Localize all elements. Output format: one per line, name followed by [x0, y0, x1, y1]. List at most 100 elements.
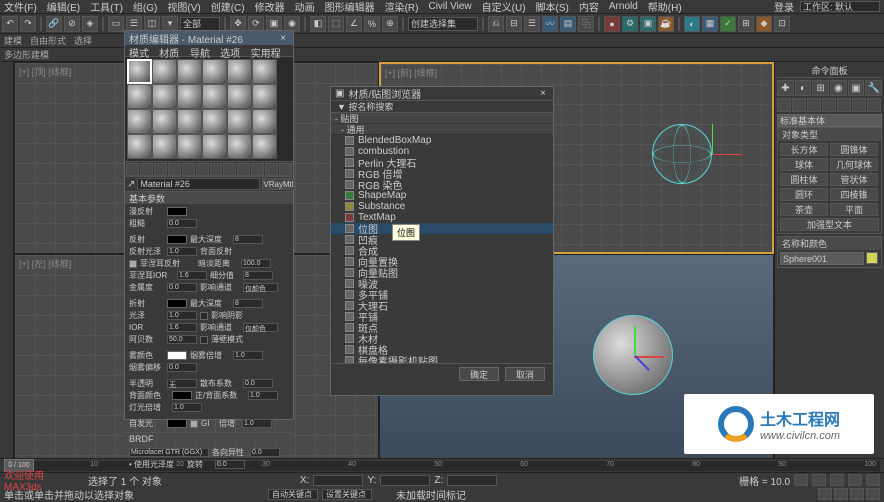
rollout-object-type[interactable]: 对象类型 — [778, 128, 881, 141]
mat-slot-20[interactable] — [152, 134, 177, 159]
map-rgbtint[interactable]: RGB 染色 — [331, 179, 553, 190]
tab-create[interactable]: ✚ — [777, 80, 794, 96]
workspace-field[interactable] — [800, 1, 880, 12]
menu-view[interactable]: 视图(V) — [167, 0, 200, 14]
spinner-snap-button[interactable]: ⊕ — [382, 16, 398, 32]
cat-space[interactable] — [852, 98, 866, 112]
tool-c[interactable]: ✓ — [720, 16, 736, 32]
mat-slot-2[interactable] — [152, 59, 177, 84]
mat-menu-nav[interactable]: 导航(N) — [190, 45, 214, 56]
mat-slot-24[interactable] — [252, 134, 277, 159]
rotation-spinner[interactable]: 0.0 — [215, 460, 245, 469]
mat-slot-9[interactable] — [177, 84, 202, 109]
cat-helpers[interactable] — [837, 98, 851, 112]
browser-ok-button[interactable]: 确定 — [459, 367, 499, 381]
z-field[interactable] — [447, 475, 497, 486]
browser-search[interactable]: ▼ 按名称搜索 — [331, 101, 553, 113]
tool-d[interactable]: ⊞ — [738, 16, 754, 32]
mat-pick-button[interactable] — [279, 163, 292, 176]
mat-slot-16[interactable] — [202, 109, 227, 134]
nav-max-button[interactable] — [866, 488, 880, 500]
btn-cone[interactable]: 圆锥体 — [830, 143, 878, 156]
nav-zoom-button[interactable] — [834, 488, 848, 500]
rough-spinner[interactable]: 0.0 — [167, 219, 197, 228]
mat-put-button[interactable] — [140, 163, 153, 176]
ribbon-select[interactable]: 选择 — [74, 34, 92, 47]
map-shapemap[interactable]: ShapeMap — [331, 190, 553, 201]
menu-render[interactable]: 渲染(R) — [385, 0, 419, 14]
goto-end-button[interactable] — [866, 474, 880, 486]
ribbon-freeform[interactable]: 自由形式 — [30, 34, 66, 47]
mat-menu-util[interactable]: 实用程序(U) — [251, 45, 289, 56]
tab-hierarchy[interactable]: ⊞ — [812, 80, 829, 96]
mat-slot-15[interactable] — [177, 109, 202, 134]
mat-menu-material[interactable]: 材质(M) — [159, 45, 184, 56]
autokey-button[interactable]: 自动关键点 — [268, 489, 318, 500]
nav-orbit-button[interactable] — [850, 488, 864, 500]
mat-menu-mode[interactable]: 模式(D) — [129, 45, 153, 56]
mat-slot-19[interactable] — [127, 134, 152, 159]
mirror-button[interactable]: ⎌ — [488, 16, 504, 32]
menu-custom[interactable]: 自定义(U) — [482, 0, 526, 14]
cat-lights[interactable] — [807, 98, 821, 112]
shadow-check[interactable] — [200, 312, 208, 320]
abbe-spinner[interactable]: 50.0 — [167, 335, 197, 344]
tab-display[interactable]: ▣ — [848, 80, 865, 96]
browser-cancel-button[interactable]: 取消 — [505, 367, 545, 381]
mat-assign-button[interactable] — [154, 163, 167, 176]
menu-tools[interactable]: 工具(T) — [90, 0, 123, 14]
select-button[interactable]: ▭ — [108, 16, 124, 32]
mat-reset-button[interactable] — [168, 163, 181, 176]
si-mult-spinner[interactable]: 1.0 — [242, 419, 272, 428]
menu-file[interactable]: 文件(F) — [4, 0, 37, 14]
btn-torus[interactable]: 圆环 — [780, 188, 828, 201]
tool-e[interactable]: ◆ — [756, 16, 772, 32]
dope-sheet-button[interactable]: ▤ — [560, 16, 576, 32]
fwd-spinner[interactable]: 1.0 — [248, 391, 278, 400]
redo-button[interactable]: ↷ — [20, 16, 36, 32]
menu-civil[interactable]: Civil View — [428, 1, 471, 12]
menu-graph[interactable]: 图形编辑器 — [325, 0, 375, 14]
btn-plane[interactable]: 平面 — [830, 203, 878, 216]
tool-b[interactable]: ▦ — [702, 16, 718, 32]
login-link[interactable]: 登录 — [774, 0, 794, 14]
si-swatch[interactable] — [167, 419, 187, 428]
rollout-basic-params[interactable]: 基本参数 — [125, 192, 293, 204]
next-frame-button[interactable] — [848, 474, 862, 486]
percent-snap-button[interactable]: % — [364, 16, 380, 32]
primitive-dropdown[interactable]: 标准基本体 — [777, 114, 882, 127]
mat-slot-17[interactable] — [227, 109, 252, 134]
browser-titlebar[interactable]: ▣ 材质/贴图浏览器 × — [331, 87, 553, 101]
tab-motion[interactable]: ◉ — [830, 80, 847, 96]
mat-menu-opts[interactable]: 选项(O) — [220, 45, 245, 56]
menu-group[interactable]: 组(G) — [133, 0, 157, 14]
cat-shapes[interactable] — [792, 98, 806, 112]
align-button[interactable]: ⊟ — [506, 16, 522, 32]
ribbon-poly[interactable]: 多边形建模 — [4, 48, 49, 61]
object-color-swatch[interactable] — [866, 252, 878, 264]
mat-slot-8[interactable] — [152, 84, 177, 109]
metal-spinner[interactable]: 0.0 — [167, 283, 197, 292]
bind-button[interactable]: ◈ — [82, 16, 98, 32]
material-editor-button[interactable]: ● — [604, 16, 620, 32]
tab-utilities[interactable]: 🔧 — [865, 80, 882, 96]
cat-general[interactable]: - 通用 — [331, 124, 553, 135]
undo-button[interactable]: ↶ — [2, 16, 18, 32]
solid-sphere[interactable] — [593, 315, 673, 395]
fog-mult-spinner[interactable]: 1.0 — [233, 351, 263, 360]
ribbon-modeling[interactable]: 建模 — [4, 34, 22, 47]
rollout-name-color[interactable]: 名称和颜色 — [778, 237, 881, 250]
mat-showend-button[interactable] — [210, 163, 223, 176]
mat-slot-14[interactable] — [152, 109, 177, 134]
mat-get-button[interactable] — [126, 163, 139, 176]
tab-modify[interactable]: ◐ — [795, 80, 812, 96]
mat-slot-23[interactable] — [227, 134, 252, 159]
cat-systems[interactable] — [867, 98, 881, 112]
diffuse-swatch[interactable] — [167, 207, 187, 216]
mat-goparent-button[interactable] — [223, 163, 236, 176]
nav-pan-button[interactable] — [818, 488, 832, 500]
mat-editor-titlebar[interactable]: 材质编辑器 - Material #26 × — [125, 31, 293, 45]
scatter-spinner[interactable]: 0.0 — [243, 379, 273, 388]
mat-show-button[interactable] — [196, 163, 209, 176]
refcoord-button[interactable]: ◧ — [310, 16, 326, 32]
